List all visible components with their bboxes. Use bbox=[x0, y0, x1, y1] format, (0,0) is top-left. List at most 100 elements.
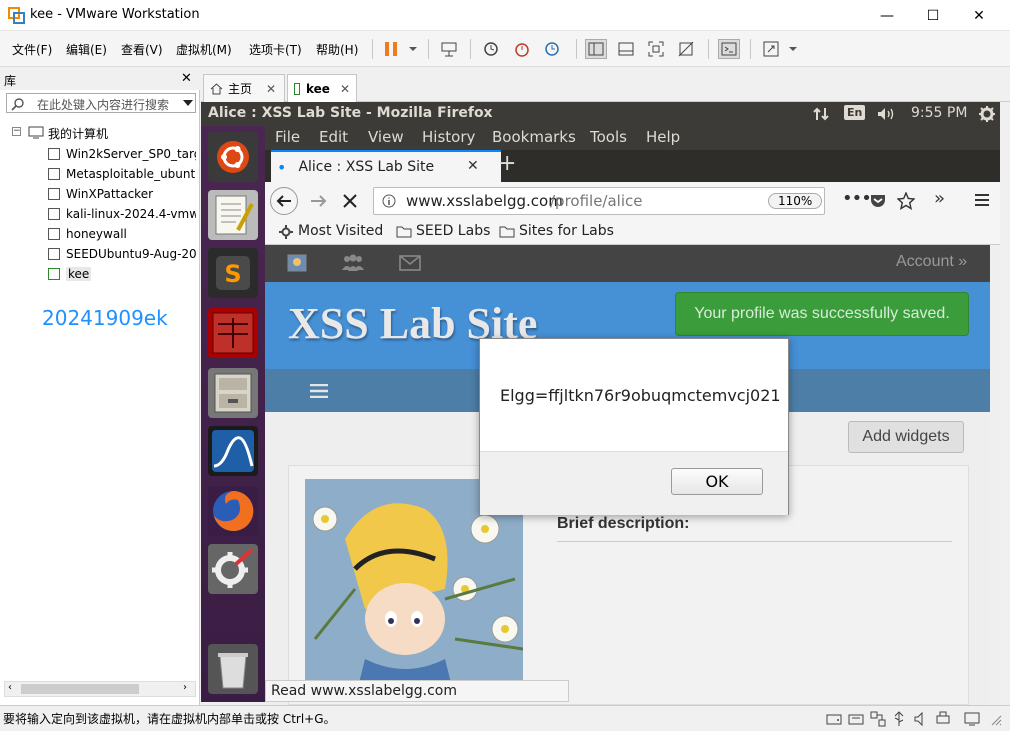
bookmark-most-visited[interactable]: Most Visited bbox=[298, 223, 383, 239]
envelope-icon[interactable] bbox=[399, 255, 421, 271]
maximize-button[interactable]: ☐ bbox=[910, 0, 956, 31]
revert-snapshot-icon[interactable] bbox=[511, 39, 533, 59]
sublime-text-icon[interactable]: S bbox=[208, 248, 258, 298]
sidebar-toggle-icon[interactable] bbox=[585, 39, 607, 59]
ff-tab-close-icon[interactable]: ✕ bbox=[467, 158, 479, 174]
tree-root-my-computer[interactable]: 我的计算机 bbox=[48, 125, 108, 142]
language-indicator[interactable]: En bbox=[844, 105, 866, 120]
star-icon[interactable] bbox=[897, 192, 915, 210]
scrollbar-thumb[interactable] bbox=[21, 684, 139, 694]
tree-item-vm-running[interactable]: kee bbox=[48, 264, 196, 284]
network-adapter-icon[interactable] bbox=[870, 711, 886, 727]
chevron-down-icon[interactable] bbox=[782, 39, 804, 59]
vmware-logo-icon bbox=[8, 7, 25, 24]
forward-button[interactable] bbox=[310, 194, 328, 208]
unity-icon[interactable] bbox=[675, 39, 697, 59]
wireshark-icon[interactable] bbox=[208, 426, 258, 476]
ff-menu-tools[interactable]: Tools bbox=[590, 128, 627, 146]
terminal-icon[interactable] bbox=[208, 308, 258, 358]
bookmark-seed-labs[interactable]: SEED Labs bbox=[416, 223, 490, 239]
system-settings-icon[interactable] bbox=[208, 544, 258, 594]
clock[interactable]: 9:55 PM bbox=[911, 105, 967, 121]
ff-tab-active[interactable]: • Alice : XSS Lab Site ✕ bbox=[271, 150, 501, 182]
chevron-down-icon[interactable] bbox=[183, 100, 193, 106]
scroll-left-icon[interactable]: ‹ bbox=[8, 682, 12, 693]
tab-kee[interactable]: kee ✕ bbox=[287, 74, 357, 102]
menu-edit[interactable]: 编辑(E) bbox=[66, 41, 107, 58]
pause-icon[interactable] bbox=[380, 39, 402, 59]
ff-menu-edit[interactable]: Edit bbox=[319, 128, 348, 146]
usb-icon[interactable] bbox=[892, 711, 906, 727]
window-title: kee - VMware Workstation bbox=[30, 7, 200, 22]
scroll-right-icon[interactable]: › bbox=[183, 682, 187, 693]
page-scrollbar[interactable] bbox=[990, 245, 1000, 705]
library-hscrollbar[interactable]: ‹ › bbox=[4, 681, 196, 697]
menu-help[interactable]: 帮助(H) bbox=[316, 41, 358, 58]
text-editor-icon[interactable] bbox=[208, 190, 258, 240]
avatar-icon[interactable] bbox=[287, 254, 307, 272]
ff-menu-help[interactable]: Help bbox=[646, 128, 680, 146]
firefox-icon[interactable] bbox=[208, 486, 258, 536]
success-message[interactable]: Your profile was successfully saved. bbox=[675, 292, 969, 336]
snapshot-manager-icon[interactable] bbox=[541, 39, 563, 59]
hamburger-menu-icon[interactable] bbox=[310, 384, 328, 398]
printer-icon[interactable] bbox=[936, 711, 950, 727]
menu-tabs[interactable]: 选项卡(T) bbox=[249, 41, 302, 58]
back-button[interactable] bbox=[270, 187, 298, 215]
ff-menu-view[interactable]: View bbox=[368, 128, 404, 146]
bookmark-sites-for-labs[interactable]: Sites for Labs bbox=[519, 223, 614, 239]
resize-grip-icon[interactable] bbox=[990, 714, 1002, 726]
library-close-icon[interactable]: ✕ bbox=[181, 71, 192, 86]
tab-home[interactable]: 主页 ✕ bbox=[203, 74, 285, 102]
sound-icon[interactable] bbox=[914, 711, 928, 727]
hamburger-menu-icon[interactable] bbox=[975, 194, 989, 206]
minimize-button[interactable]: — bbox=[864, 0, 910, 31]
tree-item-vm[interactable]: kali-linux-2024.4-vmware bbox=[48, 204, 196, 224]
library-search[interactable]: 在此处键入内容进行搜索 bbox=[6, 93, 196, 113]
tree-item-vm[interactable]: Win2kServer_SP0_target bbox=[48, 144, 196, 164]
chevron-down-icon[interactable] bbox=[402, 39, 424, 59]
ok-button[interactable]: OK bbox=[671, 468, 763, 495]
ff-menu-bookmarks[interactable]: Bookmarks bbox=[492, 128, 576, 146]
ubuntu-dash-icon[interactable] bbox=[208, 132, 258, 182]
ff-menu-history[interactable]: History bbox=[422, 128, 475, 146]
url-bar[interactable]: www.xsslabelgg.com /profile/alice 110% bbox=[373, 187, 825, 215]
send-keys-icon[interactable] bbox=[438, 39, 460, 59]
pocket-icon[interactable] bbox=[870, 193, 886, 209]
menu-view[interactable]: 查看(V) bbox=[121, 41, 163, 58]
tab-close-icon[interactable]: ✕ bbox=[340, 82, 350, 96]
zoom-indicator[interactable]: 110% bbox=[768, 193, 823, 209]
menu-vm[interactable]: 虚拟机(M) bbox=[176, 41, 232, 58]
volume-icon[interactable] bbox=[876, 106, 896, 122]
menu-file[interactable]: 文件(F) bbox=[12, 41, 52, 58]
new-tab-button[interactable]: + bbox=[498, 151, 516, 176]
tree-collapse-icon[interactable]: − bbox=[12, 127, 21, 136]
display-icon[interactable] bbox=[964, 712, 980, 726]
overflow-menu-icon[interactable]: » bbox=[934, 188, 945, 209]
tree-item-vm[interactable]: honeywall bbox=[48, 224, 196, 244]
tree-item-vm[interactable]: WinXPattacker bbox=[48, 184, 196, 204]
files-icon[interactable] bbox=[208, 368, 258, 418]
close-button[interactable]: ✕ bbox=[956, 0, 1002, 31]
console-icon[interactable] bbox=[718, 39, 740, 59]
friends-icon[interactable] bbox=[341, 254, 365, 272]
network-icon[interactable] bbox=[813, 106, 829, 122]
cd-drive-icon[interactable] bbox=[848, 712, 864, 726]
ff-menu-file[interactable]: File bbox=[275, 128, 300, 146]
trash-icon[interactable] bbox=[208, 644, 258, 694]
page-actions-icon[interactable]: ••• bbox=[842, 188, 872, 209]
thumbnail-icon[interactable] bbox=[615, 39, 637, 59]
gear-icon[interactable] bbox=[978, 105, 996, 123]
hard-disk-icon[interactable] bbox=[826, 712, 842, 726]
add-widgets-button[interactable]: Add widgets bbox=[848, 421, 964, 453]
search-input[interactable]: 在此处键入内容进行搜索 bbox=[37, 96, 169, 113]
snapshot-icon[interactable] bbox=[480, 39, 502, 59]
tab-close-icon[interactable]: ✕ bbox=[266, 82, 276, 96]
tree-item-vm[interactable]: SEEDUbuntu9-Aug-2010 bbox=[48, 244, 196, 264]
fullscreen-icon[interactable] bbox=[645, 39, 667, 59]
info-icon[interactable] bbox=[382, 194, 396, 208]
stretch-icon[interactable] bbox=[760, 39, 782, 59]
account-menu[interactable]: Account » bbox=[896, 253, 967, 271]
stop-button[interactable] bbox=[343, 194, 357, 208]
tree-item-vm[interactable]: Metasploitable_ubuntu bbox=[48, 164, 196, 184]
